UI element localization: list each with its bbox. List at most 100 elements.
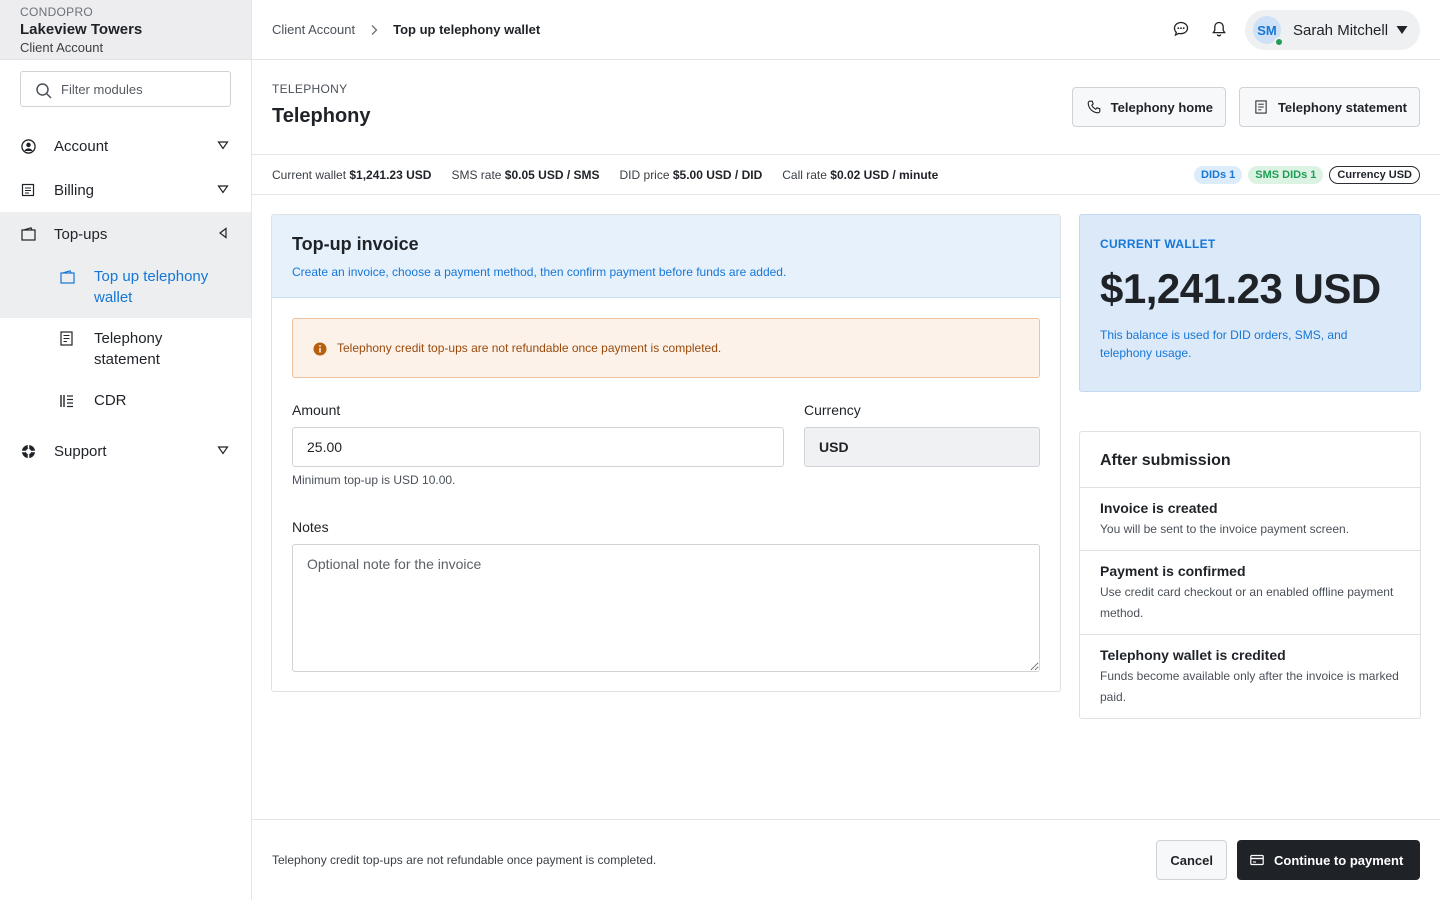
footer-note: Telephony credit top-ups are not refunda… — [272, 853, 657, 867]
online-status-icon — [1274, 37, 1284, 47]
cancel-button[interactable]: Cancel — [1156, 840, 1227, 880]
stat-value: $0.05 USD / SMS — [504, 167, 600, 182]
step-title: Telephony wallet is credited — [1100, 647, 1286, 663]
sidebar-item-label: Top-ups — [54, 225, 108, 243]
caret-down-icon — [1396, 26, 1408, 34]
top-icons — [1172, 20, 1228, 38]
sidebar-subitem-top-up-telephony-wallet[interactable]: Top up telephony wallet — [0, 256, 251, 318]
amount-input[interactable] — [292, 427, 784, 467]
sidebar-subitem-label: Telephony statement — [94, 330, 163, 368]
filter-box[interactable] — [20, 71, 231, 107]
breadcrumb-current: Top up telephony wallet — [393, 22, 541, 37]
step-desc: Funds become available only after the in… — [1100, 669, 1399, 704]
stat-label: DID price — [619, 167, 670, 182]
telephony-statement-button[interactable]: Telephony statement — [1238, 87, 1420, 127]
wallet-icon — [20, 226, 36, 242]
search-icon — [36, 83, 52, 99]
step-desc: Use credit card checkout or an enabled o… — [1100, 585, 1394, 620]
amount-label: Amount — [292, 402, 341, 418]
stat-wallet: Current wallet $1,241.23 USD — [272, 168, 431, 182]
sidebar-item-label: Account — [54, 137, 109, 155]
sidebar-item-account[interactable]: Account — [0, 124, 251, 168]
stat-value: $0.02 USD / minute — [830, 167, 939, 182]
sidebar-nav: Account Billing Top-ups Top up telephony… — [0, 124, 251, 473]
stat-label: Call rate — [782, 167, 827, 182]
currency-label: Currency — [804, 402, 861, 418]
stat-label: Current wallet — [272, 167, 347, 182]
amount-group: Amount Minimum top-up is USD 10.00. — [292, 402, 784, 487]
brand-name: CONDOPRO — [20, 5, 94, 19]
filter-modules-input[interactable] — [61, 81, 211, 97]
user-circle-icon — [20, 138, 36, 154]
triangle-down-icon[interactable] — [217, 444, 229, 456]
credit-card-icon — [1250, 854, 1264, 866]
currency-badge: Currency USD — [1329, 166, 1420, 184]
current-wallet-card: CURRENT WALLET $1,241.23 USD This balanc… — [1079, 214, 1421, 392]
org-name: Lakeview Towers — [20, 21, 143, 38]
chevron-right-icon — [371, 24, 378, 35]
avatar: SM — [1253, 16, 1284, 47]
currency-field — [804, 427, 1040, 467]
step-wallet-credited: Telephony wallet is credited Funds becom… — [1080, 635, 1420, 718]
stat-sms-rate: SMS rate $0.05 USD / SMS — [451, 168, 599, 182]
badges: DIDs 1 SMS DIDs 1 Currency USD — [1194, 166, 1420, 184]
bell-icon[interactable] — [1210, 20, 1228, 38]
org-header: CONDOPRO Lakeview Towers Client Account — [0, 0, 251, 60]
wallet-amount: $1,241.23 USD — [1100, 265, 1381, 312]
avatar-initials: SM — [1257, 22, 1277, 38]
stat-value: $1,241.23 USD — [349, 167, 432, 182]
page-header: TELEPHONY Telephony Telephony home Telep… — [252, 61, 1440, 155]
after-submission-title: After submission — [1080, 432, 1420, 488]
sidebar-subitem-telephony-statement[interactable]: Telephony statement — [0, 318, 251, 380]
action-footer: Telephony credit top-ups are not refunda… — [252, 819, 1440, 900]
step-payment-confirmed: Payment is confirmed Use credit card che… — [1080, 551, 1420, 635]
triangle-down-icon[interactable] — [217, 183, 229, 195]
triangle-left-icon[interactable] — [217, 227, 229, 239]
invoice-title: Top-up invoice — [292, 234, 419, 254]
step-invoice-created: Invoice is created You will be sent to t… — [1080, 488, 1420, 551]
document-icon — [60, 331, 76, 347]
notes-textarea[interactable] — [292, 544, 1040, 672]
triangle-down-icon[interactable] — [217, 139, 229, 151]
user-name: Sarah Mitchell — [1293, 21, 1389, 39]
stat-label: SMS rate — [451, 167, 502, 182]
alert-text: Telephony credit top-ups are not refunda… — [337, 341, 722, 355]
topup-invoice-card: Top-up invoice Create an invoice, choose… — [271, 214, 1061, 692]
continue-to-payment-button[interactable]: Continue to payment — [1237, 840, 1420, 880]
wallet-icon — [60, 269, 76, 285]
topbar: Client Account Top up telephony wallet S… — [252, 0, 1440, 60]
telephony-statement-label: Telephony statement — [1277, 99, 1407, 115]
continue-label: Continue to payment — [1274, 852, 1404, 868]
invoice-subtitle: Create an invoice, choose a payment meth… — [292, 265, 787, 279]
chat-bubble-icon[interactable] — [1172, 20, 1190, 38]
document-icon — [1255, 100, 1267, 114]
user-menu[interactable]: SM Sarah Mitchell — [1245, 10, 1420, 50]
telephony-home-label: Telephony home — [1110, 99, 1213, 115]
amount-hint: Minimum top-up is USD 10.00. — [292, 473, 456, 487]
wallet-description: This balance is used for DID orders, SMS… — [1100, 328, 1348, 360]
sidebar-subitem-label: CDR — [94, 392, 127, 409]
breadcrumb-parent[interactable]: Client Account — [272, 22, 355, 37]
sidebar-item-label: Billing — [54, 181, 95, 199]
sidebar-item-billing[interactable]: Billing — [0, 168, 251, 212]
after-submission-card: After submission Invoice is created You … — [1079, 431, 1421, 719]
refund-warning-alert: Telephony credit top-ups are not refunda… — [292, 318, 1040, 378]
step-title: Invoice is created — [1100, 500, 1218, 516]
stat-did-price: DID price $5.00 USD / DID — [620, 168, 763, 182]
sidebar-item-support[interactable]: Support — [0, 429, 251, 473]
sidebar-subitem-cdr[interactable]: CDR — [0, 380, 251, 421]
notes-label: Notes — [292, 519, 329, 535]
phone-icon — [1087, 100, 1101, 114]
invoice-card-header: Top-up invoice Create an invoice, choose… — [272, 215, 1060, 298]
step-desc: You will be sent to the invoice payment … — [1100, 522, 1350, 536]
telephony-home-button[interactable]: Telephony home — [1071, 87, 1226, 127]
sidebar-item-label: Support — [54, 442, 107, 460]
sidebar-subitem-label: Top up telephony wallet — [94, 268, 209, 306]
info-circle-icon — [313, 342, 327, 356]
sidebar-item-top-ups[interactable]: Top-ups — [0, 212, 251, 256]
stats-bar: Current wallet $1,241.23 USD SMS rate $0… — [252, 155, 1440, 195]
stat-value: $5.00 USD / DID — [672, 167, 763, 182]
stat-call-rate: Call rate $0.02 USD / minute — [782, 168, 938, 182]
sidebar: CONDOPRO Lakeview Towers Client Account … — [0, 0, 252, 900]
dids-badge: DIDs 1 — [1194, 166, 1243, 184]
